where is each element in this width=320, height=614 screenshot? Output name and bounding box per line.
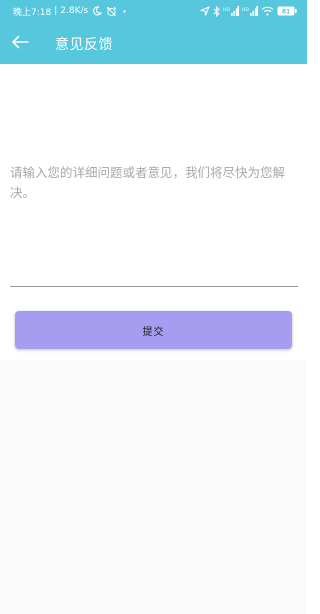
wifi-icon	[261, 6, 274, 16]
network-speed: 2.8K/s	[60, 6, 89, 16]
app-bar: 意见反馈	[0, 22, 307, 64]
submit-button[interactable]: 提交	[15, 311, 292, 349]
moon-icon	[92, 6, 103, 16]
submit-label: 提交	[142, 326, 165, 338]
status-right: HD HD 81	[200, 5, 297, 17]
svg-text:HD: HD	[242, 7, 249, 13]
signal-hd-icon: HD	[242, 6, 258, 16]
location-icon	[200, 6, 210, 16]
background-lower	[0, 360, 307, 614]
status-bar: 晚上7:18 | 2.8K/s HD HD 81	[0, 0, 307, 22]
battery-level: 81	[282, 8, 290, 15]
bluetooth-icon	[213, 5, 220, 17]
battery-icon: 81	[277, 6, 297, 16]
header: 晚上7:18 | 2.8K/s HD HD 81 意见反馈	[0, 0, 307, 64]
status-left: 晚上7:18 | 2.8K/s	[13, 5, 126, 18]
svg-text:HD: HD	[223, 7, 230, 13]
status-time: 晚上7:18	[13, 7, 52, 18]
back-button[interactable]	[6, 28, 34, 58]
status-separator: |	[54, 6, 58, 16]
signal-hd-icon: HD	[223, 6, 239, 16]
feedback-placeholder: 请输入您的详细问题或者意见，我们将尽快为您解决。	[10, 165, 286, 200]
alarm-off-icon	[106, 6, 117, 17]
dot-icon	[123, 9, 126, 13]
arrow-left-icon	[11, 34, 29, 53]
feedback-screen: 晚上7:18 | 2.8K/s HD HD 81 意见反馈 请输入您的详细问题或…	[0, 0, 307, 614]
page-title: 意见反馈	[55, 37, 113, 53]
feedback-textarea[interactable]: 请输入您的详细问题或者意见，我们将尽快为您解决。	[10, 150, 298, 287]
